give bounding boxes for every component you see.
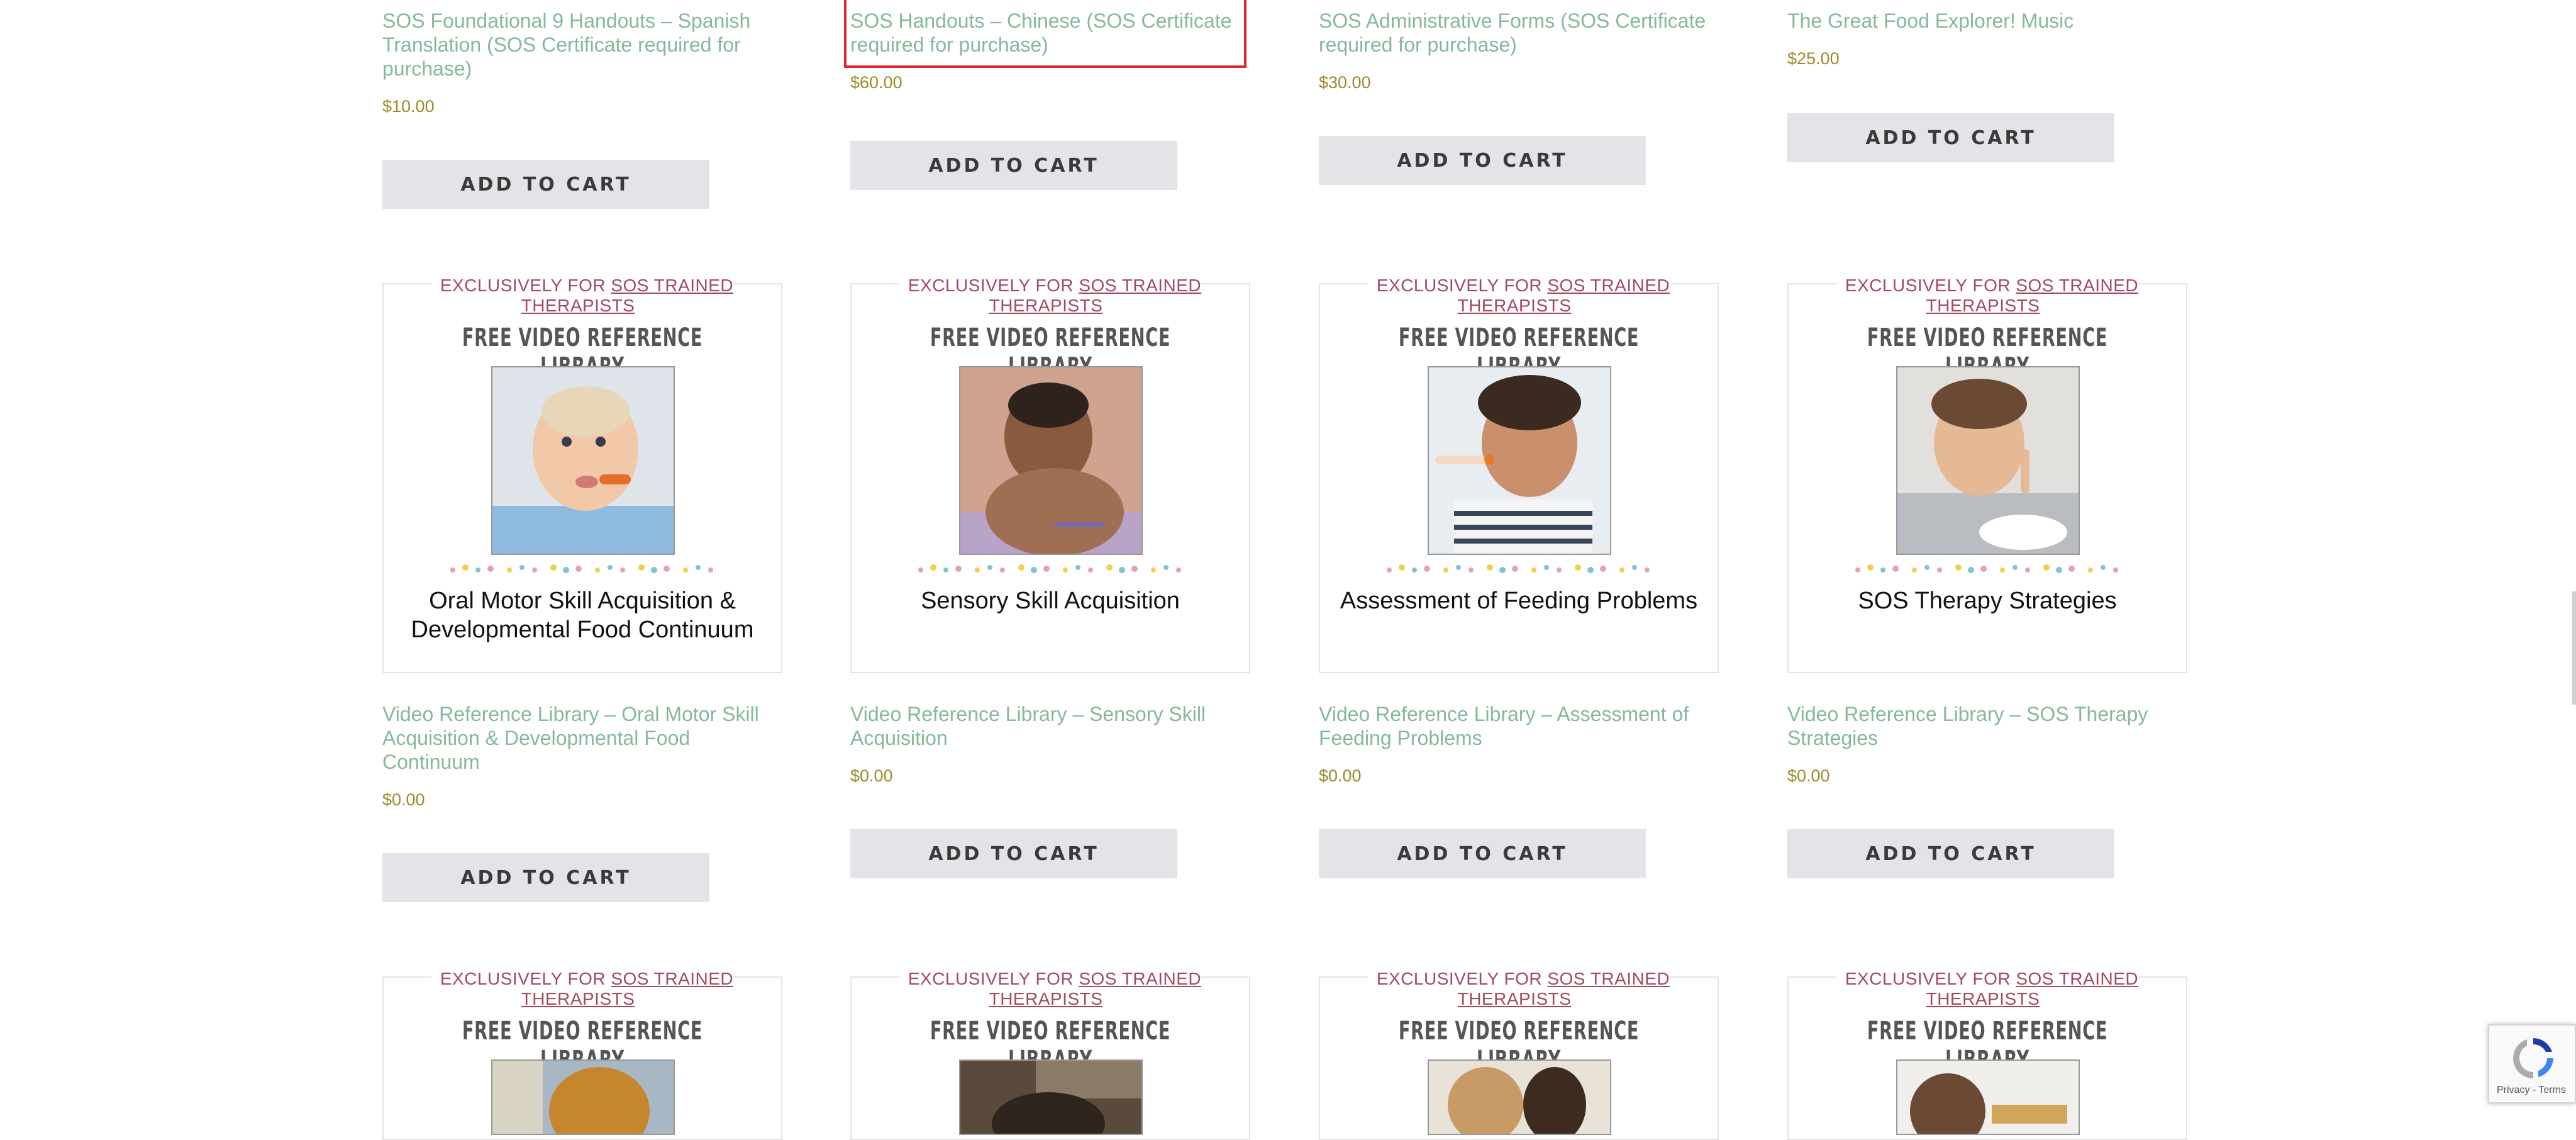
decorative-dots xyxy=(1387,564,1650,573)
video-library-card[interactable]: EXCLUSIVELY FOR SOS TRAINED THERAPISTS F… xyxy=(850,969,1250,1140)
decorative-dots xyxy=(1855,564,2118,573)
product-title-link[interactable]: Video Reference Library – SOS Therapy St… xyxy=(1787,702,2187,750)
product-title-link[interactable]: SOS Administrative Forms (SOS Certificat… xyxy=(1319,9,1719,57)
card-title: Assessment of Feeding Problems xyxy=(1340,588,1698,614)
add-to-cart-button[interactable]: ADD TO CART xyxy=(850,829,1177,878)
child-playing-photo xyxy=(959,366,1143,555)
product-price: $10.00 xyxy=(382,97,435,116)
video-thumbnail xyxy=(1896,1059,2080,1135)
add-to-cart-button[interactable]: ADD TO CART xyxy=(382,853,709,902)
product-price: $25.00 xyxy=(1787,49,1840,68)
video-library-card[interactable]: EXCLUSIVELY FOR SOS TRAINED THERAPISTS F… xyxy=(382,276,782,673)
card-title: Sensory Skill Acquisition xyxy=(921,588,1180,614)
product-food-explorer-music: The Great Food Explorer! Music $25.00 AD… xyxy=(1787,9,2187,162)
video-library-card[interactable]: EXCLUSIVELY FOR SOS TRAINED THERAPISTS F… xyxy=(1319,276,1719,673)
video-thumbnail xyxy=(959,1059,1143,1135)
video-library-card[interactable]: EXCLUSIVELY FOR SOS TRAINED THERAPISTS F… xyxy=(850,276,1250,673)
add-to-cart-button[interactable]: ADD TO CART xyxy=(1787,829,2114,878)
product-title-link[interactable]: SOS Foundational 9 Handouts – Spanish Tr… xyxy=(382,9,782,81)
card-exclusive-label: EXCLUSIVELY FOR SOS TRAINED THERAPISTS xyxy=(384,276,781,316)
child-with-bowl-photo xyxy=(1896,366,2080,555)
product-price: $0.00 xyxy=(1319,766,1362,785)
decorative-dots xyxy=(918,564,1181,573)
product-price: $0.00 xyxy=(1787,766,1830,785)
product-title-link[interactable]: Video Reference Library – Sensory Skill … xyxy=(850,702,1250,750)
product-title-link[interactable]: SOS Handouts – Chinese (SOS Certificate … xyxy=(844,0,1246,68)
card-exclusive-label: EXCLUSIVELY FOR SOS TRAINED THERAPISTS xyxy=(1789,276,2186,316)
product-price: $0.00 xyxy=(382,790,425,809)
product-video-sensory: Video Reference Library – Sensory Skill … xyxy=(850,702,1250,878)
card-title: Oral Motor Skill Acquisition & Developme… xyxy=(411,588,754,643)
add-to-cart-button[interactable]: ADD TO CART xyxy=(1319,136,1646,185)
product-chinese-handouts: SOS Handouts – Chinese (SOS Certificate … xyxy=(844,0,1250,190)
card-exclusive-label: EXCLUSIVELY FOR SOS TRAINED THERAPISTS xyxy=(1320,276,1718,316)
card-title: SOS Therapy Strategies xyxy=(1858,588,2117,614)
product-title-link[interactable]: Video Reference Library – Assessment of … xyxy=(1319,702,1719,750)
product-title-link[interactable]: The Great Food Explorer! Music xyxy=(1787,9,2187,33)
product-price: $0.00 xyxy=(850,766,893,785)
product-video-oral-motor: Video Reference Library – Oral Motor Ski… xyxy=(382,702,782,902)
recaptcha-icon xyxy=(2513,1038,2553,1078)
product-admin-forms: SOS Administrative Forms (SOS Certificat… xyxy=(1319,9,1719,185)
card-exclusive-label: EXCLUSIVELY FOR SOS TRAINED THERAPISTS xyxy=(1789,969,2186,1009)
card-exclusive-label: EXCLUSIVELY FOR SOS TRAINED THERAPISTS xyxy=(852,969,1249,1009)
add-to-cart-button[interactable]: ADD TO CART xyxy=(382,160,709,209)
product-price: $60.00 xyxy=(850,73,902,92)
product-price: $30.00 xyxy=(1319,73,1371,92)
recaptcha-badge[interactable]: Privacy - Terms xyxy=(2488,1024,2576,1104)
decorative-dots xyxy=(450,564,713,573)
video-thumbnail xyxy=(491,1059,675,1135)
product-video-assessment: Video Reference Library – Assessment of … xyxy=(1319,702,1719,878)
add-to-cart-button[interactable]: ADD TO CART xyxy=(1787,113,2114,162)
baby-photo xyxy=(491,366,675,555)
page-scrollbar[interactable] xyxy=(2572,591,2576,705)
video-library-card[interactable]: EXCLUSIVELY FOR SOS TRAINED THERAPISTS F… xyxy=(1319,969,1719,1140)
card-exclusive-label: EXCLUSIVELY FOR SOS TRAINED THERAPISTS xyxy=(1320,969,1718,1009)
product-spanish-handouts: SOS Foundational 9 Handouts – Spanish Tr… xyxy=(382,9,782,209)
video-thumbnail xyxy=(1428,1059,1611,1135)
toddler-eating-photo xyxy=(1428,366,1611,555)
product-video-therapy-strategies: Video Reference Library – SOS Therapy St… xyxy=(1787,702,2187,878)
recaptcha-terms[interactable]: Privacy - Terms xyxy=(2497,1085,2566,1096)
video-library-card[interactable]: EXCLUSIVELY FOR SOS TRAINED THERAPISTS F… xyxy=(1787,276,2187,673)
card-exclusive-label: EXCLUSIVELY FOR SOS TRAINED THERAPISTS xyxy=(384,969,781,1009)
card-exclusive-label: EXCLUSIVELY FOR SOS TRAINED THERAPISTS xyxy=(852,276,1249,316)
add-to-cart-button[interactable]: ADD TO CART xyxy=(1319,829,1646,878)
product-title-link[interactable]: Video Reference Library – Oral Motor Ski… xyxy=(382,702,782,774)
add-to-cart-button[interactable]: ADD TO CART xyxy=(850,141,1177,190)
video-library-card[interactable]: EXCLUSIVELY FOR SOS TRAINED THERAPISTS F… xyxy=(382,969,782,1140)
video-library-card[interactable]: EXCLUSIVELY FOR SOS TRAINED THERAPISTS F… xyxy=(1787,969,2187,1140)
